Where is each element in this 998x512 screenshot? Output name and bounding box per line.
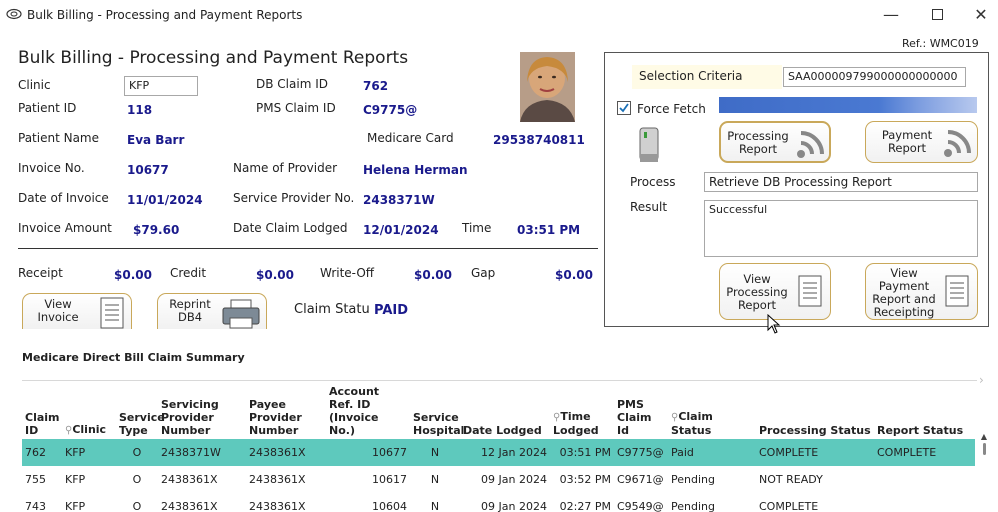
col-clinic[interactable]: ⚲Clinic xyxy=(62,383,116,439)
wireless-icon xyxy=(797,131,824,158)
invoice-date-label: Date of Invoice xyxy=(18,191,109,205)
table-row[interactable]: 762 KFP O 2438371W 2438361X 10677 N 12 J… xyxy=(22,439,975,466)
wireless-icon xyxy=(944,130,971,157)
table-row[interactable]: 755 KFP O 2438361X 2438361X 10617 N 09 J… xyxy=(22,466,975,493)
view-proc-label-3: Report xyxy=(737,298,777,312)
provider-name-value: Helena Herman xyxy=(363,163,468,177)
card-reader-icon xyxy=(639,127,659,162)
clinic-label: Clinic xyxy=(18,78,51,92)
process-field[interactable]: Retrieve DB Processing Report xyxy=(704,172,978,192)
date-lodged-label: Date Claim Lodged xyxy=(233,221,348,235)
payment-report-label-2: Report xyxy=(887,141,927,155)
minimize-icon[interactable]: — xyxy=(876,4,906,26)
db-claim-label: DB Claim ID xyxy=(256,77,328,91)
cursor-icon xyxy=(767,314,781,334)
clinic-field[interactable]: KFP xyxy=(124,76,198,96)
process-label: Process xyxy=(630,175,676,189)
invoice-amount-value: $79.60 xyxy=(133,223,180,237)
claim-status-value: PAID xyxy=(374,303,409,318)
page-title: Bulk Billing - Processing and Payment Re… xyxy=(18,48,409,68)
view-processing-report-button[interactable]: View Processing Report xyxy=(719,263,831,320)
document-icon xyxy=(945,275,969,307)
time-value: 03:51 PM xyxy=(517,223,581,237)
pms-claim-value: C9775@ xyxy=(363,103,418,117)
medicare-value: 29538740811 xyxy=(493,133,585,147)
invoice-no-label: Invoice No. xyxy=(18,161,85,175)
maximize-icon[interactable] xyxy=(922,4,952,26)
claim-status-label: Claim Statu xyxy=(294,302,370,317)
col-claim-status[interactable]: ⚲Claim Status xyxy=(668,383,756,439)
patient-photo xyxy=(520,52,575,122)
col-service-hospital[interactable]: Service Hospital xyxy=(410,383,464,439)
force-fetch-label: Force Fetch xyxy=(637,102,706,116)
table-row[interactable]: 743 KFP O 2438361X 2438361X 10604 N 09 J… xyxy=(22,493,975,512)
divider xyxy=(18,248,598,249)
time-label: Time xyxy=(462,221,492,235)
invoice-date-value: 11/01/2024 xyxy=(127,193,203,207)
scroll-right-icon[interactable]: › xyxy=(979,373,984,387)
document-icon xyxy=(100,297,124,329)
db-claim-value: 762 xyxy=(363,79,389,93)
receipt-label: Receipt xyxy=(18,266,63,280)
credit-label: Credit xyxy=(170,266,207,280)
processing-report-label-2: Report xyxy=(738,142,778,156)
document-icon xyxy=(798,275,822,307)
writeoff-value: $0.00 xyxy=(414,268,452,282)
reprint-label-2: DB4 xyxy=(177,310,203,324)
criteria-input[interactable]: SAA000009799000000000000 xyxy=(783,67,966,87)
service-provider-label: Service Provider No. xyxy=(233,191,355,205)
view-invoice-button[interactable]: View Invoice xyxy=(22,293,132,329)
patient-name-value: Eva Barr xyxy=(127,133,185,147)
grid-scrollbar[interactable]: ▲ xyxy=(978,432,990,492)
patient-id-value: 118 xyxy=(127,103,153,117)
invoice-amount-label: Invoice Amount xyxy=(18,221,112,235)
grid-header-row: Claim ID ⚲Clinic Service Type Servicing … xyxy=(22,383,975,439)
payment-report-button[interactable]: Payment Report xyxy=(865,121,978,163)
view-pay-label-4: Receipting xyxy=(873,305,935,319)
date-lodged-value: 12/01/2024 xyxy=(363,223,439,237)
criteria-label: Selection Criteria xyxy=(639,69,743,83)
result-label: Result xyxy=(630,200,668,214)
progress-bar xyxy=(719,97,977,113)
credit-value: $0.00 xyxy=(256,268,294,282)
ref-code: Ref.: WMC019 xyxy=(902,37,979,50)
col-account-ref[interactable]: Account Ref. ID (Invoice No.) xyxy=(326,383,410,439)
view-invoice-label-2: Invoice xyxy=(37,310,79,324)
col-payee-provider[interactable]: Payee Provider Number xyxy=(246,383,326,439)
col-servicing-provider[interactable]: Servicing Provider Number xyxy=(158,383,246,439)
service-provider-value: 2438371W xyxy=(363,193,435,207)
force-fetch-checkbox[interactable] xyxy=(617,101,631,115)
col-pms-claim-id[interactable]: PMS Claim Id xyxy=(614,383,668,439)
patient-name-label: Patient Name xyxy=(18,131,99,145)
medicare-label: Medicare Card xyxy=(367,131,454,145)
patient-id-label: Patient ID xyxy=(18,101,77,115)
printer-icon xyxy=(222,299,260,329)
close-icon[interactable]: ✕ xyxy=(966,4,996,26)
col-report-status[interactable]: Report Status xyxy=(874,383,975,439)
summary-title: Medicare Direct Bill Claim Summary xyxy=(22,351,245,364)
invoice-no-value: 10677 xyxy=(127,163,169,177)
gap-label: Gap xyxy=(471,266,496,280)
view-payment-report-button[interactable]: View Payment Report and Receipting xyxy=(865,263,978,320)
reprint-db4-button[interactable]: Reprint DB4 xyxy=(157,293,267,329)
col-service-type[interactable]: Service Type xyxy=(116,383,165,439)
summary-grid: Claim ID ⚲Clinic Service Type Servicing … xyxy=(22,383,975,512)
result-field[interactable]: Successful xyxy=(704,200,978,257)
grid-top-line xyxy=(22,380,977,381)
receipt-value: $0.00 xyxy=(114,268,152,282)
col-processing-status[interactable]: Processing Status xyxy=(756,383,874,439)
title-bar: Bulk Billing - Processing and Payment Re… xyxy=(0,0,998,30)
window-title: Bulk Billing - Processing and Payment Re… xyxy=(27,8,303,22)
pms-claim-label: PMS Claim ID xyxy=(256,101,336,115)
checkbox-icon xyxy=(619,103,629,113)
col-claim-id[interactable]: Claim ID xyxy=(22,383,62,439)
writeoff-label: Write-Off xyxy=(320,266,375,280)
gap-value: $0.00 xyxy=(555,268,593,282)
provider-name-label: Name of Provider xyxy=(233,161,338,175)
app-icon xyxy=(6,8,22,20)
col-time-lodged[interactable]: ⚲Time Lodged xyxy=(550,383,614,439)
col-date-lodged[interactable]: Date Lodged xyxy=(460,383,550,439)
processing-report-button[interactable]: Processing Report xyxy=(719,121,831,163)
